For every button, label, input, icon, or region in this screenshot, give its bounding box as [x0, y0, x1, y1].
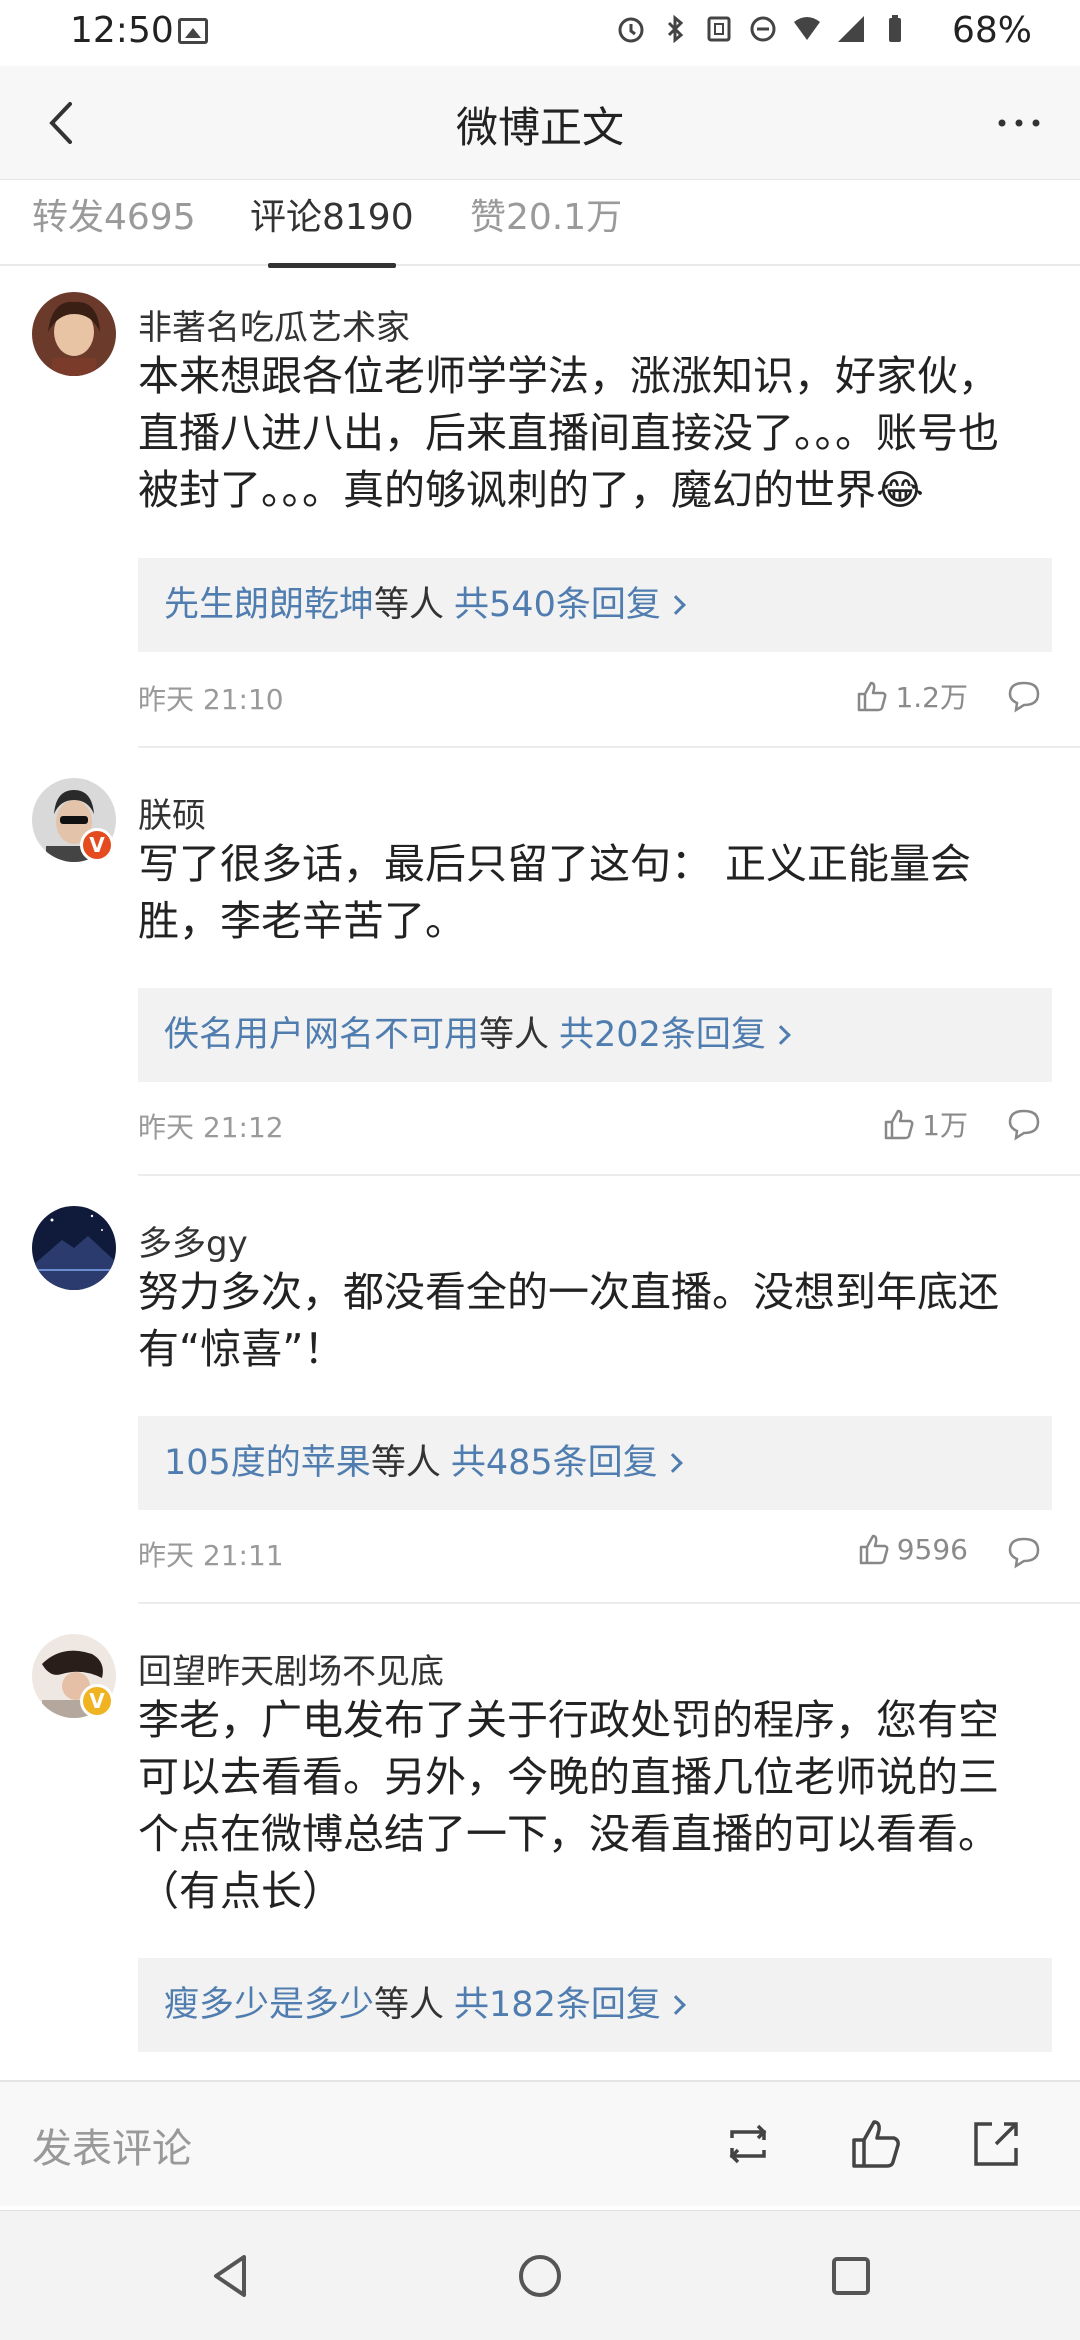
chevron-right-icon — [662, 1453, 683, 1473]
reply-user[interactable]: 佚名用户网名不可用 — [164, 1015, 479, 1055]
thumbs-up-icon — [859, 1534, 889, 1565]
tab-likes[interactable]: 赞20.1万 — [470, 188, 622, 266]
comment-time: 昨天 21:12 — [138, 1111, 284, 1144]
bottom-action-bar: 发表评论 — [0, 2080, 1080, 2206]
comment-time: 昨天 21:11 — [138, 1539, 284, 1572]
like-button[interactable]: 1.2万 — [855, 676, 968, 716]
status-icons — [616, 14, 910, 44]
back-triangle-icon[interactable] — [204, 2249, 258, 2303]
thumbs-up-icon — [858, 681, 887, 712]
more-dots-icon[interactable] — [992, 96, 1046, 150]
comment-bubble-icon[interactable] — [1006, 1106, 1042, 1142]
reply-user[interactable]: 105度的苹果 — [164, 1443, 371, 1483]
recents-square-icon[interactable] — [824, 2249, 878, 2303]
reply-mid: 等人 — [479, 1015, 550, 1055]
tab-reposts[interactable]: 转发4695 — [32, 188, 196, 266]
signal-icon — [838, 16, 864, 42]
reply-user[interactable]: 瘦多少是多少 — [164, 1985, 374, 2025]
comment-body: 李老，广电发布了关于行政处罚的程序，您有空可以去看看。另外，今晚的直播几位老师说… — [138, 1696, 999, 1915]
battery-icon — [889, 15, 901, 42]
comment-body: 写了很多话，最后只留了这句： 正义正能量会胜，李老辛苦了。 — [138, 840, 972, 945]
comment-username[interactable]: 回望昨天剧场不见底 — [138, 1644, 444, 1693]
divider — [138, 1174, 1080, 1176]
chevron-right-icon — [665, 595, 686, 615]
system-navigation-bar — [0, 2210, 1080, 2340]
comment-username[interactable]: 非著名吃瓜艺术家 — [138, 300, 410, 349]
like-count: 9596 — [896, 1532, 968, 1566]
reply-mid: 等人 — [370, 1443, 441, 1483]
divider — [138, 1602, 1080, 1604]
status-bar: 12:50 68% — [0, 0, 1080, 66]
wifi-icon — [794, 17, 820, 40]
reply-count[interactable]: 共485条回复 — [451, 1443, 658, 1483]
bluetooth-icon — [667, 14, 684, 44]
comment-list: 非著名吃瓜艺术家 本来想跟各位老师学学法，涨涨知识，好家伙，直播八进八出，后来直… — [0, 268, 1080, 2080]
reply-summary[interactable]: 瘦多少是多少等人 共182条回复 — [138, 1958, 1052, 2052]
divider — [138, 746, 1080, 748]
reply-count[interactable]: 共202条回复 — [559, 1015, 766, 1055]
reply-mid: 等人 — [374, 1985, 445, 2025]
comment-body: 努力多次，都没看全的一次直播。没想到年底还有“惊喜”！ — [138, 1268, 999, 1373]
comment-bubble-icon[interactable] — [1006, 678, 1042, 714]
alarm-icon — [618, 17, 644, 43]
comment-username[interactable]: 多多gy — [138, 1216, 248, 1265]
reply-user[interactable]: 先生朗朗乾坤 — [164, 585, 374, 625]
comment-bubble-icon[interactable] — [1006, 1534, 1042, 1570]
reply-summary[interactable]: 105度的苹果等人 共485条回复 — [138, 1416, 1052, 1510]
comment-username[interactable]: 朕硕 — [138, 788, 206, 837]
top-nav-bar: 微博正文 — [0, 66, 1080, 180]
avatar[interactable] — [32, 1206, 116, 1290]
thumbs-up-icon — [884, 1109, 914, 1140]
reply-count[interactable]: 共182条回复 — [454, 1985, 661, 2025]
reply-summary[interactable]: 佚名用户网名不可用等人 共202条回复 — [138, 988, 1052, 1082]
dnd-icon — [750, 16, 776, 42]
compose-comment-input[interactable]: 发表评论 — [32, 2116, 192, 2174]
chevron-right-icon — [665, 1995, 686, 2015]
reply-summary[interactable]: 先生朗朗乾坤等人 共540条回复 — [138, 558, 1052, 652]
verified-badge: V — [80, 1684, 114, 1718]
chevron-right-icon — [770, 1025, 791, 1045]
share-icon[interactable] — [968, 2116, 1024, 2172]
comment-time: 昨天 21:10 — [138, 683, 284, 716]
verified-badge: V — [80, 828, 114, 862]
like-button[interactable]: 9596 — [857, 1532, 968, 1566]
reply-mid: 等人 — [374, 585, 445, 625]
thumbs-up-icon[interactable] — [848, 2116, 904, 2172]
tab-comments[interactable]: 评论8190 — [250, 188, 414, 268]
status-time: 12:50 — [70, 10, 174, 51]
page-title: 微博正文 — [455, 103, 624, 152]
reply-count[interactable]: 共540条回复 — [454, 585, 661, 625]
battery-percent: 68% — [951, 10, 1032, 51]
avatar[interactable] — [32, 292, 116, 376]
like-count: 1.2万 — [895, 681, 968, 714]
home-circle-icon[interactable] — [513, 2249, 567, 2303]
comment-body: 本来想跟各位老师学学法，涨涨知识，好家伙，直播八进八出，后来直播间直接没了。。。… — [138, 352, 999, 514]
like-count: 1万 — [922, 1109, 968, 1142]
detail-tabs: 转发4695 评论8190 赞20.1万 — [0, 180, 1080, 268]
like-button[interactable]: 1万 — [882, 1104, 968, 1144]
nfc-icon — [707, 16, 731, 42]
gallery-notification-icon — [178, 18, 208, 44]
repost-icon[interactable] — [720, 2116, 776, 2172]
